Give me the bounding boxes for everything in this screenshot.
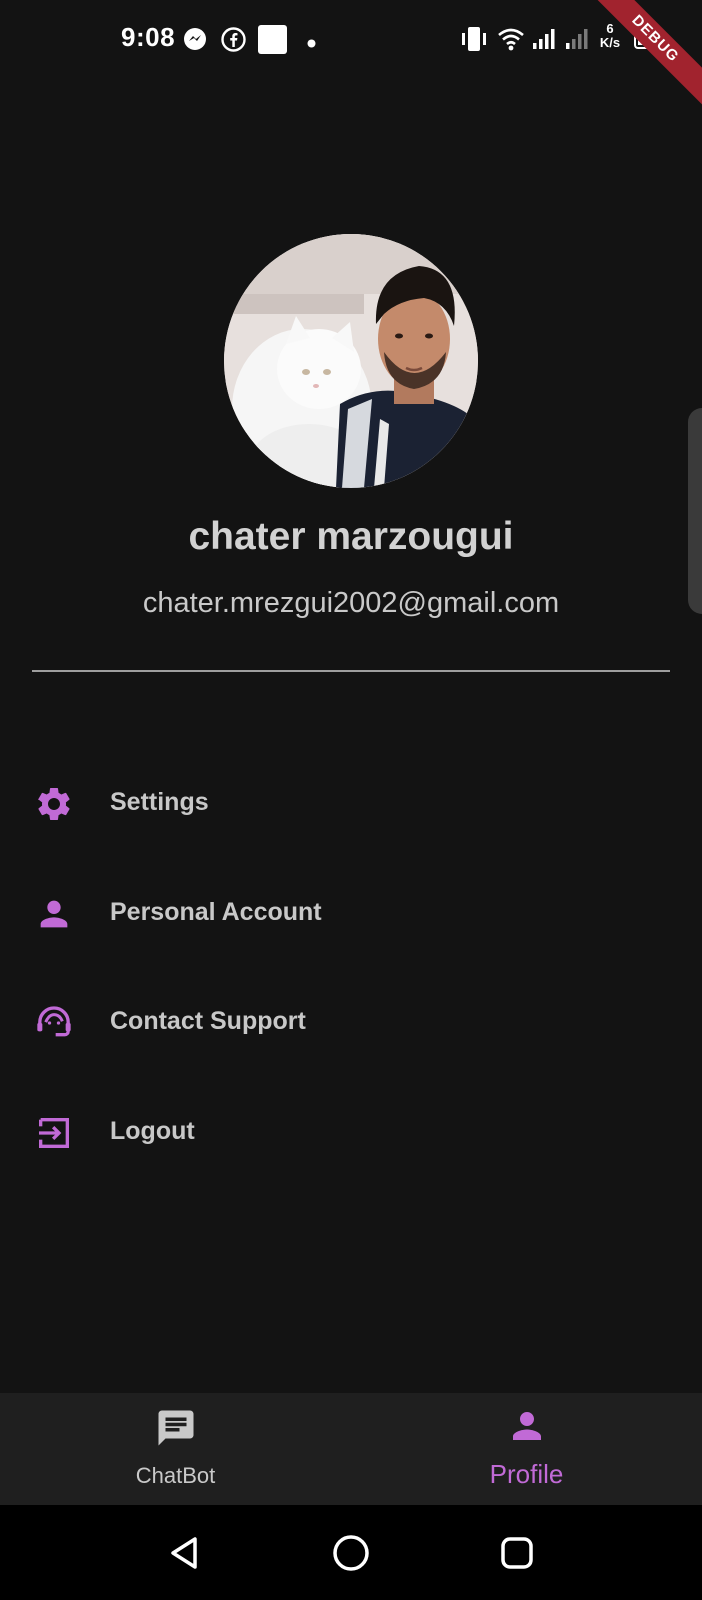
net-speed: 6 K/s [596,22,624,50]
support-agent-icon [34,1003,74,1043]
status-bar: 9:08 6 K/s DEBUG [0,0,702,109]
signal-icon [532,28,556,50]
menu-item-label: Contact Support [110,1007,306,1035]
signal-weak-icon [565,28,589,50]
menu-item-settings[interactable]: Settings [0,762,702,842]
messenger-icon [183,27,207,51]
menu-item-contact-support[interactable]: Contact Support [0,981,702,1061]
person-icon [506,1405,548,1447]
profile-email: chater.mrezgui2002@gmail.com [142,587,560,619]
vibrate-icon [460,26,488,52]
recents-icon[interactable] [497,1533,537,1573]
nav-label-profile: Profile [489,1459,564,1489]
nav-label-chatbot: ChatBot [135,1463,216,1488]
edge-panel-handle[interactable] [688,408,702,614]
net-speed-value: 6 [606,21,614,36]
debug-banner: DEBUG [582,0,702,120]
profile-name: chater marzougui [188,515,514,558]
facebook-icon [221,27,246,52]
logout-icon [34,1113,74,1153]
menu-item-label: Personal Account [110,898,322,926]
bottom-navigation: ChatBot Profile [0,1393,702,1505]
status-time: 9:08 [121,22,176,52]
person-icon [34,894,74,934]
divider [32,670,670,672]
profile-photo [224,234,478,488]
menu-item-label: Settings [110,788,209,816]
system-navigation-bar [0,1505,702,1600]
chat-icon [155,1407,197,1449]
profile-screen: 9:08 6 K/s DEBUG chater marzougui chater… [0,0,702,1600]
gear-icon [34,784,74,824]
wifi-icon [497,26,525,52]
menu-item-logout[interactable]: Logout [0,1091,702,1171]
home-icon[interactable] [331,1533,371,1573]
avatar[interactable] [224,234,478,488]
net-speed-unit: K/s [599,35,621,50]
battery-icon [634,29,668,49]
dot-icon [307,35,316,48]
menu-item-personal-account[interactable]: Personal Account [0,872,702,952]
square-notification-icon [258,25,287,54]
nav-item-profile[interactable]: Profile [351,1393,702,1505]
back-icon[interactable] [165,1533,205,1573]
debug-label: DEBUG [585,0,702,109]
nav-item-chatbot[interactable]: ChatBot [0,1393,351,1505]
menu-item-label: Logout [110,1117,195,1145]
